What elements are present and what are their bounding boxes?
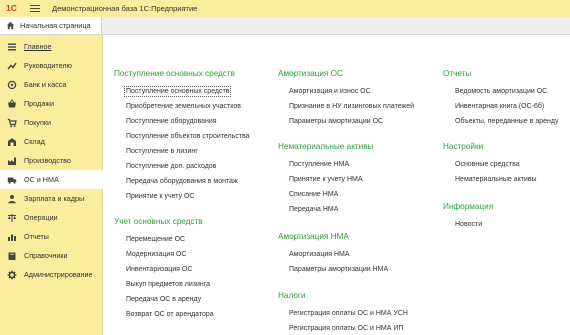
link-os-rent-return[interactable]: Возврат ОС от арендатора — [126, 311, 214, 318]
gear-icon — [7, 270, 17, 280]
sidebar-item-production[interactable]: Производство — [0, 151, 103, 170]
sidebar: Главное Руководителю Банк и касса Продаж… — [0, 35, 103, 335]
warehouse-icon — [7, 137, 17, 147]
main-content: Поступление основных средств Поступление… — [103, 35, 570, 335]
sidebar-item-label: Банк и касса — [24, 80, 67, 89]
sidebar-item-operations[interactable]: Операции — [0, 208, 103, 227]
link-rented-objects[interactable]: Объекты, переданные в аренду — [455, 118, 558, 125]
tab-home-label: Начальная страница — [20, 21, 91, 30]
main-menu-icon[interactable] — [30, 4, 40, 13]
tab-home[interactable]: Начальная страница — [0, 17, 102, 34]
link-nma-receipt[interactable]: Поступление НМА — [289, 161, 349, 168]
link-equipment-install[interactable]: Передача оборудования в монтаж — [126, 178, 238, 185]
sidebar-item-label: Отчеты — [24, 232, 49, 241]
link-os-rent-out[interactable]: Передача ОС в аренду — [126, 296, 201, 303]
sidebar-item-bank[interactable]: Банк и касса — [0, 75, 103, 94]
link-nma-transfer[interactable]: Передача НМА — [289, 206, 338, 213]
link-os-receipt[interactable]: Поступление основных средств — [123, 86, 232, 97]
cart-icon — [7, 118, 17, 128]
list-icon — [7, 42, 17, 52]
sidebar-item-purchases[interactable]: Покупки — [0, 113, 103, 132]
section-title-os-depreciation: Амортизация ОС — [278, 69, 343, 78]
sidebar-item-reports[interactable]: Отчеты — [0, 227, 103, 246]
link-leasing-payments[interactable]: Признание в НУ лизинговых платежей — [289, 103, 414, 110]
factory-icon — [7, 156, 17, 166]
link-leasing-buyout[interactable]: Выкуп предметов лизинга — [126, 281, 210, 288]
link-os-depreciation-params[interactable]: Параметры амортизации ОС — [289, 118, 383, 125]
sidebar-item-manager[interactable]: Руководителю — [0, 56, 103, 75]
sidebar-item-label: Главное — [24, 42, 52, 51]
link-depreciation-statement[interactable]: Ведомость амортизации ОС — [455, 88, 547, 95]
section-title-intangibles: Нематериальные активы — [278, 142, 374, 151]
link-equipment-receipt[interactable]: Поступление оборудования — [126, 118, 217, 125]
link-ip-payment[interactable]: Регистрация оплаты ОС и НМА ИП — [289, 325, 403, 332]
link-inventory-book[interactable]: Инвентарная книга (ОС-6б) — [455, 103, 544, 110]
sidebar-item-catalogs[interactable]: Справочники — [0, 246, 103, 265]
section-title-reports: Отчеты — [443, 69, 472, 78]
title-bar: 1С Демонстрационная база 1С:Предприятие — [0, 0, 570, 17]
sidebar-item-assets[interactable]: ОС и НМА — [0, 170, 103, 189]
home-icon — [6, 21, 15, 30]
sidebar-item-label: Склад — [24, 137, 45, 146]
link-settings-nma[interactable]: Нематериальные активы — [455, 176, 537, 183]
link-settings-os[interactable]: Основные средства — [455, 161, 520, 168]
scales-icon — [7, 213, 17, 223]
section-title-os-receipt: Поступление основных средств — [114, 69, 235, 78]
sidebar-item-sales[interactable]: Продажи — [0, 94, 103, 113]
sidebar-item-label: Зарплата и кадры — [24, 194, 85, 203]
sidebar-item-label: Производство — [24, 156, 71, 165]
link-usn-payment[interactable]: Регистрация оплаты ОС и НМА УСН — [289, 310, 408, 317]
link-news[interactable]: Новости — [455, 221, 482, 228]
link-leasing-receipt[interactable]: Поступление в лизинг — [126, 148, 198, 155]
app-logo: 1С — [6, 3, 17, 13]
link-nma-depreciation-params[interactable]: Параметры амортизации НМА — [289, 266, 388, 273]
sidebar-item-label: Справочники — [24, 251, 68, 260]
sidebar-item-main[interactable]: Главное — [0, 37, 103, 56]
link-nma-depreciation[interactable]: Амортизация НМА — [289, 251, 350, 258]
trend-icon — [7, 61, 17, 71]
sidebar-item-label: Продажи — [24, 99, 55, 108]
truck-icon — [7, 175, 17, 185]
link-extra-expenses[interactable]: Поступление доп. расходов — [126, 163, 216, 170]
coins-icon — [7, 80, 17, 90]
link-os-modernization[interactable]: Модернизация ОС — [126, 251, 187, 258]
person-icon — [7, 194, 17, 204]
link-nma-accept[interactable]: Принятие к учету НМА — [289, 176, 363, 183]
sidebar-item-label: Руководителю — [24, 61, 72, 70]
link-os-depreciation[interactable]: Амортизация и износ ОС — [289, 88, 371, 95]
sidebar-item-admin[interactable]: Администрирование — [0, 265, 103, 284]
sidebar-item-label: ОС и НМА — [24, 175, 59, 184]
link-land-purchase[interactable]: Приобретение земельных участков — [126, 103, 241, 110]
sidebar-item-label: Операции — [24, 213, 58, 222]
link-os-inventory[interactable]: Инвентаризация ОС — [126, 266, 192, 273]
section-title-information: Информация — [443, 202, 494, 211]
section-title-os-accounting: Учет основных средств — [114, 217, 203, 226]
section-title-nma-depreciation: Амортизация НМА — [278, 232, 349, 241]
section-title-taxes: Налоги — [278, 291, 306, 300]
tab-bar: Начальная страница — [0, 17, 570, 35]
link-construction-receipt[interactable]: Поступление объектов строительства — [126, 133, 250, 140]
sidebar-item-label: Покупки — [24, 118, 52, 127]
sidebar-item-label: Администрирование — [24, 270, 93, 279]
link-nma-writeoff[interactable]: Списание НМА — [289, 191, 338, 198]
basket-icon — [7, 98, 17, 109]
link-os-transfer[interactable]: Перемещение ОС — [126, 236, 185, 243]
section-title-settings: Настройки — [443, 142, 484, 151]
sidebar-item-salary[interactable]: Зарплата и кадры — [0, 189, 103, 208]
link-os-accept[interactable]: Принятие к учету ОС — [126, 193, 195, 200]
chart-icon — [7, 232, 17, 242]
book-icon — [7, 251, 17, 261]
sidebar-item-warehouse[interactable]: Склад — [0, 132, 103, 151]
app-title: Демонстрационная база 1С:Предприятие — [52, 4, 198, 13]
